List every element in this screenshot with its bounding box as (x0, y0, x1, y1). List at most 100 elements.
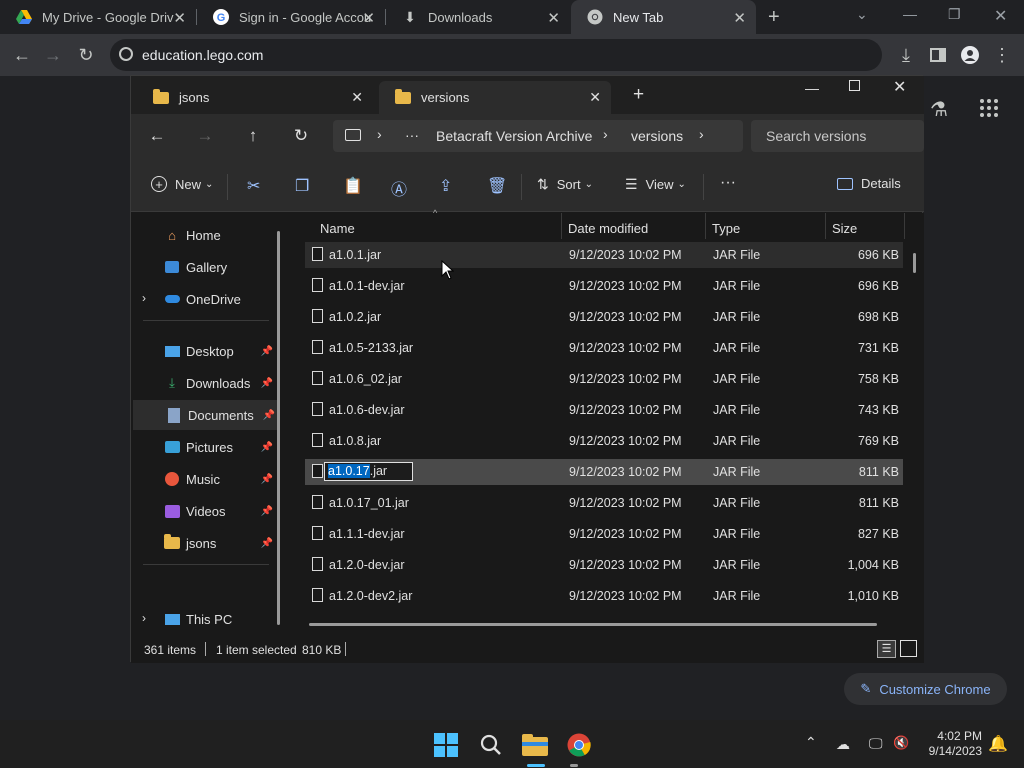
forward-arrow-icon[interactable]: → (194, 126, 216, 146)
table-row[interactable]: a1.1.1-dev.jar 9/12/2023 10:02 PM JAR File… (305, 521, 903, 547)
sort-button[interactable]: ⇅ Sort ⌄ (537, 176, 593, 193)
sidebar-item-videos[interactable]: Videos 📌 (131, 496, 277, 526)
chrome-taskbar-icon[interactable] (566, 732, 592, 758)
breadcrumb-item[interactable]: versions (631, 128, 683, 144)
close-icon[interactable]: ✕ (733, 9, 746, 27)
table-row[interactable]: a1.0.1-dev.jar 9/12/2023 10:02 PM JAR File… (305, 273, 903, 299)
sidebar-item-music[interactable]: Music 📌 (131, 464, 277, 494)
table-row[interactable]: a1.0.17.jar 9/12/2023 10:02 PM JAR File 811… (305, 459, 903, 485)
side-panel-icon[interactable] (928, 45, 948, 65)
sidebar-item-gallery[interactable]: Gallery (131, 252, 277, 282)
search-input[interactable]: Search versions (751, 120, 924, 152)
onedrive-sync-icon[interactable]: ☁ (836, 736, 850, 753)
breadcrumb[interactable]: › ··· Betacraft Version Archive › versio… (333, 120, 743, 152)
maximize-icon[interactable] (849, 80, 860, 91)
network-icon[interactable]: 🖵 (869, 735, 883, 752)
new-tab-plus-icon[interactable]: + (768, 6, 780, 29)
back-arrow-icon[interactable]: ← (146, 126, 168, 146)
site-info-icon[interactable] (119, 47, 133, 61)
sidebar-item-desktop[interactable]: Desktop 📌 (131, 336, 277, 366)
details-button[interactable]: Details (837, 176, 901, 191)
breadcrumb-overflow[interactable]: ··· (405, 127, 419, 143)
profile-icon[interactable] (960, 45, 980, 65)
column-divider[interactable] (705, 213, 706, 239)
windows-start-icon[interactable] (433, 732, 459, 758)
sidebar-item-pictures[interactable]: Pictures 📌 (131, 432, 277, 462)
sidebar-item-jsons[interactable]: jsons 📌 (131, 528, 277, 558)
close-icon[interactable]: ✕ (589, 89, 601, 106)
sidebar-scrollbar[interactable] (277, 231, 280, 625)
table-row[interactable]: a1.0.1.jar 9/12/2023 10:02 PM JAR File 696 … (305, 242, 903, 268)
paste-icon[interactable]: 📋 (343, 176, 363, 196)
column-divider[interactable] (825, 213, 826, 239)
new-tab-plus-icon[interactable]: + (633, 84, 644, 106)
column-date-modified[interactable]: Date modified (568, 221, 648, 236)
vertical-scrollbar-thumb[interactable] (913, 253, 916, 273)
chrome-tab-downloads[interactable]: ⬇ Downloads ✕ (386, 0, 570, 34)
details-view-icon[interactable]: ☰ (877, 640, 896, 658)
table-row[interactable]: a1.0.2.jar 9/12/2023 10:02 PM JAR File 698 … (305, 304, 903, 330)
table-row[interactable]: a1.0.17_01.jar 9/12/2023 10:02 PM JAR File… (305, 490, 903, 516)
chevron-right-icon[interactable]: › (142, 611, 146, 625)
restore-icon[interactable]: ❐ (948, 6, 961, 23)
copy-icon[interactable]: ❐ (295, 176, 309, 196)
back-arrow-icon[interactable]: ← (12, 45, 32, 65)
close-icon[interactable]: ✕ (362, 9, 375, 27)
view-button[interactable]: ☰ View ⌄ (625, 176, 686, 193)
horizontal-scrollbar-thumb[interactable] (309, 623, 877, 626)
column-type[interactable]: Type (712, 221, 740, 236)
chevron-right-icon[interactable]: › (377, 126, 382, 142)
table-row[interactable]: a1.2.0-dev.jar 9/12/2023 10:02 PM JAR File… (305, 552, 903, 578)
sidebar-item-home[interactable]: ⌂ Home (131, 220, 277, 250)
labs-flask-icon[interactable]: ⚗ (930, 97, 948, 122)
delete-icon[interactable]: 🗑 (487, 176, 507, 196)
close-icon[interactable]: ✕ (351, 89, 363, 106)
chevron-right-icon[interactable]: › (699, 126, 704, 142)
apps-grid-icon[interactable] (979, 98, 999, 123)
explorer-tab-versions[interactable]: versions ✕ (379, 81, 611, 114)
large-icons-view-icon[interactable] (900, 640, 917, 657)
share-icon[interactable]: ⇪ (439, 176, 452, 196)
column-name[interactable]: Name (320, 221, 355, 236)
menu-kebab-icon[interactable]: ⋮ (992, 45, 1012, 65)
sidebar-item-onedrive[interactable]: › OneDrive (131, 284, 277, 314)
explorer-tab-jsons[interactable]: jsons ✕ (137, 81, 373, 114)
chevron-right-icon[interactable]: › (603, 126, 608, 142)
minimize-icon[interactable]: — (805, 80, 819, 96)
table-row[interactable]: a1.2.0-dev2.jar 9/12/2023 10:02 PM JAR Fil… (305, 583, 903, 609)
new-button[interactable]: + New ⌄ (151, 176, 213, 192)
up-arrow-icon[interactable]: ↑ (242, 126, 264, 146)
notification-bell-icon[interactable]: 🔔 (988, 734, 1008, 754)
column-size[interactable]: Size (832, 221, 857, 236)
refresh-icon[interactable]: ↻ (290, 126, 312, 146)
chrome-tab-newtab[interactable]: New Tab ✕ (571, 0, 756, 34)
table-row[interactable]: a1.0.8.jar 9/12/2023 10:02 PM JAR File 769 … (305, 428, 903, 454)
minimize-icon[interactable]: — (903, 6, 917, 22)
forward-arrow-icon[interactable]: → (43, 45, 63, 65)
clock[interactable]: 4:02 PM 9/14/2023 (920, 729, 982, 759)
customize-chrome-button[interactable]: ✎ Customize Chrome (844, 673, 1007, 705)
column-divider[interactable] (561, 213, 562, 239)
rename-icon[interactable]: Ⓐ (391, 176, 407, 200)
chevron-up-icon[interactable]: ⌃ (805, 734, 817, 751)
rename-input[interactable]: a1.0.17.jar (324, 462, 413, 481)
column-divider[interactable] (904, 213, 905, 239)
sidebar-item-downloads[interactable]: ⤓ Downloads 📌 (131, 368, 277, 398)
address-bar[interactable]: education.lego.com (110, 39, 882, 71)
table-row[interactable]: a1.0.6_02.jar 9/12/2023 10:02 PM JAR File 7… (305, 366, 903, 392)
file-explorer-taskbar-icon[interactable] (522, 732, 548, 758)
table-row[interactable]: a1.0.5-2133.jar 9/12/2023 10:02 PM JAR Fil… (305, 335, 903, 361)
reload-icon[interactable]: ↻ (76, 45, 96, 65)
volume-muted-icon[interactable]: 🔇 (893, 735, 909, 751)
close-window-icon[interactable]: ✕ (893, 77, 906, 97)
downloads-toolbar-icon[interactable]: ⤓ (896, 45, 916, 65)
cut-icon[interactable]: ✂ (247, 176, 260, 196)
close-icon[interactable]: ✕ (173, 9, 186, 27)
search-icon[interactable] (478, 732, 504, 758)
sidebar-item-documents[interactable]: Documents 📌 (133, 400, 279, 430)
breadcrumb-item[interactable]: Betacraft Version Archive (436, 128, 592, 144)
chrome-tab-signin[interactable]: G Sign in - Google Accou ✕ (197, 0, 385, 34)
close-window-icon[interactable]: ✕ (994, 6, 1007, 26)
more-options-icon[interactable]: ··· (720, 174, 736, 192)
table-row[interactable]: a1.0.6-dev.jar 9/12/2023 10:02 PM JAR File… (305, 397, 903, 423)
